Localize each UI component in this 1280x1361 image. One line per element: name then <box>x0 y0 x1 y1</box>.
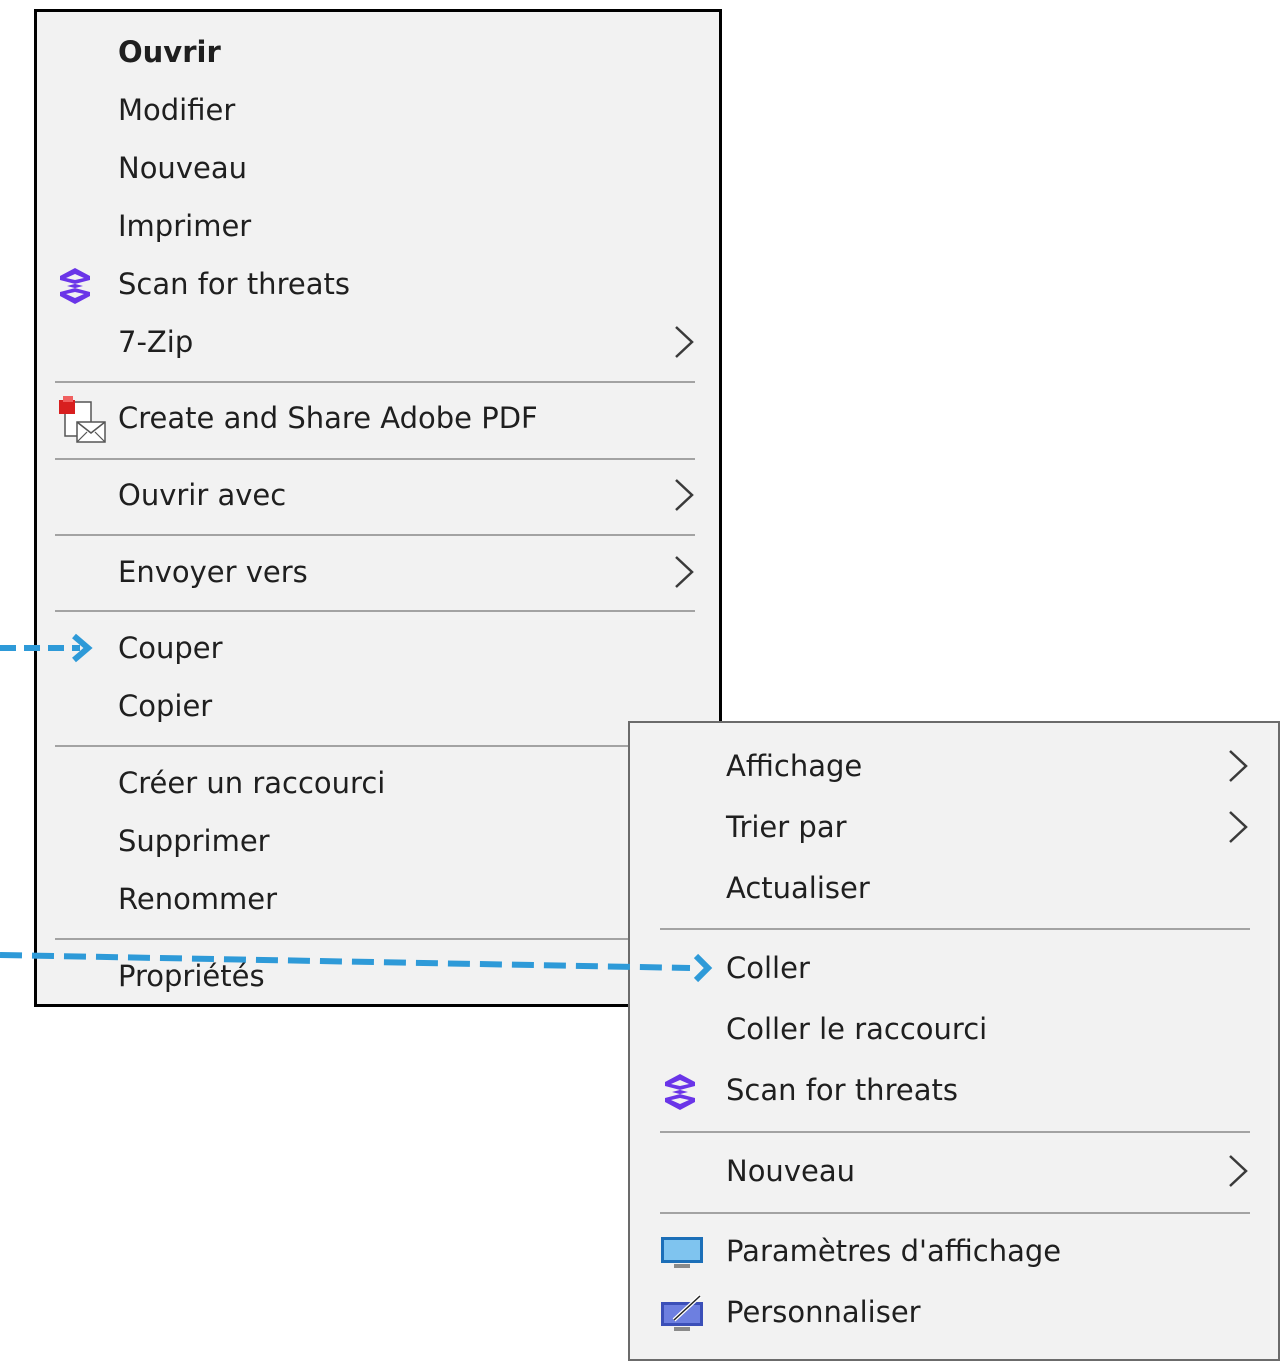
arrow-to-paste <box>0 952 713 983</box>
arrow-to-cut <box>0 633 93 663</box>
annotation-arrows <box>0 633 713 983</box>
